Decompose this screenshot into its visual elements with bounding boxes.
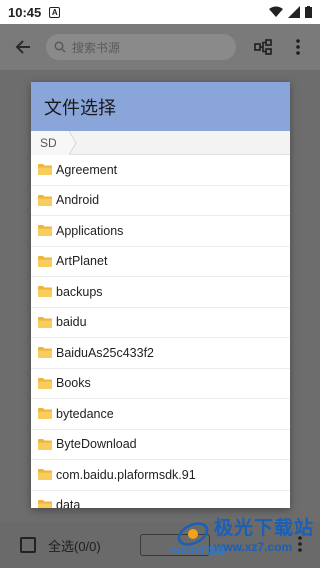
folder-icon: [38, 164, 52, 176]
battery-icon: [305, 6, 312, 18]
folder-name: backups: [56, 284, 103, 299]
folder-icon: [38, 316, 52, 328]
tree-structure-icon: [254, 39, 272, 55]
dialog-title: 文件选择: [44, 97, 116, 119]
folder-item[interactable]: Books: [31, 369, 290, 399]
folder-icon: [38, 469, 52, 481]
folder-name: com.baidu.plaformsdk.91: [56, 467, 196, 482]
folder-name: Books: [56, 376, 91, 391]
arrow-left-icon: [15, 40, 30, 54]
more-vertical-icon: [296, 39, 300, 55]
select-all-checkbox[interactable]: [20, 537, 36, 553]
folder-icon: [38, 194, 52, 206]
folder-icon: [38, 438, 52, 450]
folder-icon: [38, 377, 52, 389]
notification-icon: A: [49, 6, 61, 18]
folder-item[interactable]: Agreement: [31, 155, 290, 186]
folder-name: Agreement: [56, 162, 118, 177]
select-all-label: 全选(0/0): [48, 538, 101, 554]
more-options-button[interactable]: [288, 39, 308, 55]
folder-name: ByteDownload: [56, 437, 137, 452]
signal-icon: [288, 6, 300, 18]
folder-icon: [38, 499, 52, 508]
folder-name: BaiduAs25c433f2: [56, 345, 154, 360]
folder-name: data: [56, 498, 81, 508]
group-button[interactable]: [252, 36, 274, 58]
breadcrumb: SD: [31, 130, 290, 155]
folder-name: Applications: [56, 223, 124, 238]
wifi-icon: [269, 6, 283, 17]
folder-name: Android: [56, 193, 100, 208]
folder-item[interactable]: baidu: [31, 308, 290, 338]
search-input[interactable]: 搜索书源: [46, 34, 236, 60]
folder-icon: [38, 286, 52, 298]
folder-name: bytedance: [56, 406, 114, 421]
folder-item[interactable]: ByteDownload: [31, 430, 290, 460]
folder-list: Agreement Android Applications ArtPlanet bac…: [31, 155, 290, 508]
folder-item[interactable]: BaiduAs25c433f2: [31, 338, 290, 369]
status-bar: 10:45 A: [0, 0, 320, 24]
search-placeholder: 搜索书源: [72, 40, 121, 55]
app-bar: 搜索书源: [0, 24, 320, 70]
folder-icon: [38, 255, 52, 267]
back-button[interactable]: [0, 24, 46, 70]
status-time: 10:45: [8, 4, 42, 20]
folder-item[interactable]: Android: [31, 186, 290, 216]
folder-item[interactable]: Applications: [31, 216, 290, 247]
status-icons: [269, 6, 312, 18]
search-icon: [54, 41, 66, 53]
dialog-header: 文件选择: [31, 82, 290, 131]
folder-item[interactable]: ArtPlanet: [31, 247, 290, 277]
folder-item[interactable]: com.baidu.plaformsdk.91: [31, 460, 290, 491]
watermark-small-text: GOGO手游网: [170, 546, 226, 556]
chevron-right-icon: [68, 130, 77, 155]
folder-name: baidu: [56, 315, 87, 330]
breadcrumb-item-sd[interactable]: SD: [31, 130, 69, 155]
folder-name: ArtPlanet: [56, 254, 108, 269]
watermark-url: www.xz7.com: [213, 540, 293, 554]
folder-item[interactable]: bytedance: [31, 399, 290, 430]
folder-icon: [38, 408, 52, 420]
file-chooser-dialog: 文件选择 SD Agreement Android Applications ArtP…: [31, 82, 290, 508]
folder-item[interactable]: backups: [31, 277, 290, 308]
folder-item[interactable]: data: [31, 491, 290, 508]
watermark-title: 极光下载站: [213, 517, 314, 539]
folder-icon: [38, 347, 52, 359]
folder-icon: [38, 225, 52, 237]
